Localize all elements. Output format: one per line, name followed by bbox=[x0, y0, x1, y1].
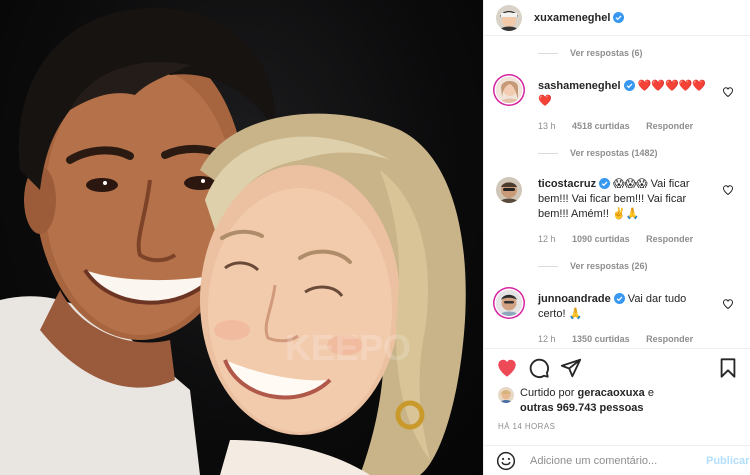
action-bar bbox=[496, 357, 741, 381]
verified-icon bbox=[613, 12, 625, 23]
section-divider bbox=[484, 348, 750, 349]
post-photo[interactable]: KEEPO bbox=[0, 0, 483, 475]
likes-and: e bbox=[647, 387, 654, 399]
comment-body: ticostacruz 😱😱😱 Vai ficar bem!!! Vai fic… bbox=[538, 177, 713, 222]
author-avatar[interactable] bbox=[496, 4, 522, 31]
comment-body: junnoandrade Vai dar tudo certo! 🙏 bbox=[538, 292, 713, 322]
reply-button[interactable]: Responder bbox=[646, 121, 693, 131]
view-replies-label: Ver respostas (6) bbox=[570, 48, 643, 58]
comment-likes[interactable]: 1350 curtidas bbox=[572, 334, 630, 344]
post-sidebar: xuxameneghel Ver respostas (6) sashamene… bbox=[483, 0, 750, 475]
view-replies-button[interactable]: Ver respostas (6) bbox=[538, 48, 643, 58]
replies-divider bbox=[538, 265, 558, 267]
bookmark-icon[interactable] bbox=[717, 357, 739, 379]
heart-icon[interactable] bbox=[722, 86, 734, 98]
commenter-avatar[interactable] bbox=[496, 77, 522, 103]
author-username[interactable]: xuxameneghel bbox=[534, 12, 610, 24]
comment-likes[interactable]: 1090 curtidas bbox=[572, 234, 630, 244]
reply-button[interactable]: Responder bbox=[646, 334, 693, 344]
comment-meta: 12 h 1090 curtidas Responder bbox=[538, 234, 707, 244]
likes-others[interactable]: outras 969.743 pessoas bbox=[520, 402, 644, 414]
commenter-avatar[interactable] bbox=[496, 177, 522, 203]
liker-avatar[interactable] bbox=[498, 387, 514, 403]
share-icon[interactable] bbox=[560, 357, 582, 379]
likes-prefix: Curtido por bbox=[520, 387, 575, 399]
view-replies-label: Ver respostas (26) bbox=[570, 261, 648, 271]
view-replies-button[interactable]: Ver respostas (26) bbox=[538, 261, 648, 271]
comment-meta: 13 h 4518 curtidas Responder bbox=[538, 121, 707, 131]
heart-icon[interactable] bbox=[722, 298, 734, 310]
comment-username[interactable]: ticostacruz bbox=[538, 178, 596, 190]
likes-summary: Curtido por geracaoxuxa e outras 969.743… bbox=[498, 386, 738, 416]
comment-input[interactable] bbox=[530, 454, 700, 467]
comment-time[interactable]: 12 h bbox=[538, 234, 556, 244]
comment-time[interactable]: 12 h bbox=[538, 334, 556, 344]
post-timestamp[interactable]: HÁ 14 HORAS bbox=[498, 422, 555, 431]
comment-body: sashameneghel ❤️❤️❤️❤️❤️❤️ bbox=[538, 79, 713, 109]
replies-divider bbox=[538, 52, 558, 54]
post-header: xuxameneghel bbox=[484, 0, 750, 36]
photo-illustration: KEEPO bbox=[0, 7, 466, 475]
add-comment-bar: Publicar bbox=[484, 445, 750, 475]
publish-button[interactable]: Publicar bbox=[706, 455, 749, 467]
view-replies-label: Ver respostas (1482) bbox=[570, 148, 658, 158]
reply-button[interactable]: Responder bbox=[646, 234, 693, 244]
replies-divider bbox=[538, 152, 558, 154]
comment-username[interactable]: junnoandrade bbox=[538, 293, 611, 305]
view-replies-button[interactable]: Ver respostas (1482) bbox=[538, 148, 658, 158]
heart-icon[interactable] bbox=[496, 357, 518, 379]
verified-icon bbox=[599, 178, 611, 189]
comment-likes[interactable]: 4518 curtidas bbox=[572, 121, 630, 131]
commenter-avatar[interactable] bbox=[496, 290, 522, 316]
comment-username[interactable]: sashameneghel bbox=[538, 80, 621, 92]
emoji-icon[interactable] bbox=[496, 451, 516, 471]
photo-watermark: KEEPO bbox=[285, 327, 411, 368]
liker-username[interactable]: geracaoxuxa bbox=[577, 387, 644, 399]
comment-time[interactable]: 13 h bbox=[538, 121, 556, 131]
comment-icon[interactable] bbox=[528, 357, 550, 379]
comment-meta: 12 h 1350 curtidas Responder bbox=[538, 334, 707, 344]
verified-icon bbox=[623, 80, 635, 91]
verified-icon bbox=[613, 293, 625, 304]
heart-icon[interactable] bbox=[722, 184, 734, 196]
